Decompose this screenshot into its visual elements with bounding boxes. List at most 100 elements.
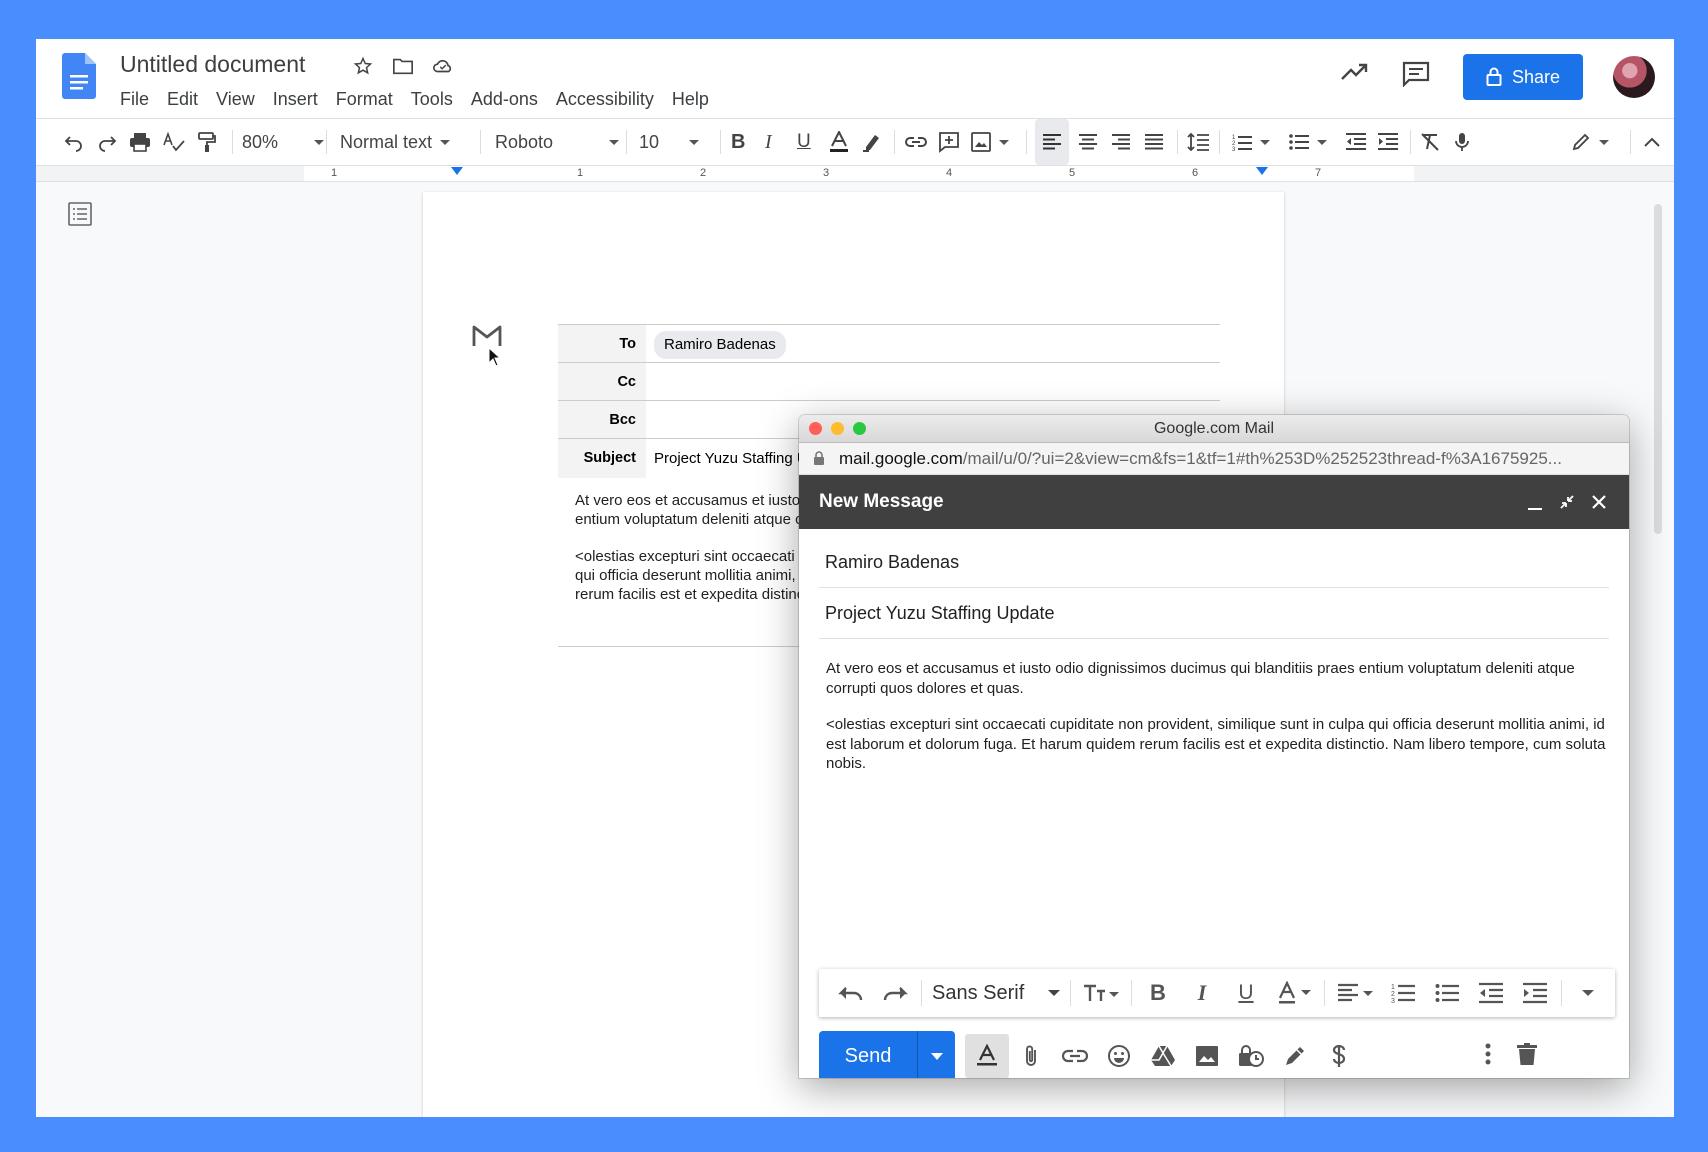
insert-image-icon[interactable]: [971, 119, 1009, 165]
document-outline-icon[interactable]: [68, 202, 92, 231]
formatting-options-icon[interactable]: [965, 1034, 1009, 1078]
menu-edit[interactable]: Edit: [158, 87, 207, 111]
confidential-mode-icon[interactable]: [1229, 1034, 1273, 1078]
minimize-icon[interactable]: [1527, 492, 1543, 517]
avatar[interactable]: [1613, 56, 1655, 98]
send-options-icon[interactable]: [918, 1052, 955, 1060]
italic-icon[interactable]: I: [765, 119, 772, 165]
menu-view[interactable]: View: [207, 87, 264, 111]
folder-icon[interactable]: [390, 53, 416, 79]
insert-photo-icon[interactable]: [1185, 1034, 1229, 1078]
right-indent-marker[interactable]: [1256, 167, 1268, 175]
compose-to-field[interactable]: Ramiro Badenas: [825, 552, 959, 573]
editing-mode-icon[interactable]: [1571, 119, 1609, 165]
docs-logo-icon[interactable]: [62, 53, 96, 99]
left-indent-marker[interactable]: [451, 167, 463, 175]
font-size-select[interactable]: 10: [639, 119, 699, 165]
spellcheck-icon[interactable]: [163, 119, 185, 165]
underline-icon[interactable]: U: [1224, 973, 1268, 1013]
ruler-number: 7: [1315, 167, 1322, 179]
add-comment-icon[interactable]: [938, 119, 960, 165]
font-family-select[interactable]: Sans Serif: [926, 982, 1066, 1005]
app-frame: Untitled document File Edit View Insert …: [36, 39, 1674, 1117]
send-button[interactable]: Send: [819, 1031, 955, 1078]
numbered-list-icon[interactable]: 123: [1232, 119, 1270, 165]
decrease-indent-icon[interactable]: [1469, 973, 1513, 1013]
menu-format[interactable]: Format: [327, 87, 402, 111]
more-formatting-icon[interactable]: [1566, 973, 1610, 1013]
discard-draft-icon[interactable]: [1517, 1043, 1537, 1070]
increase-indent-icon[interactable]: [1513, 973, 1557, 1013]
undo-icon[interactable]: [829, 973, 873, 1013]
redo-icon[interactable]: [97, 119, 117, 165]
draft-subject-value[interactable]: Project Yuzu Staffing Upd: [646, 439, 824, 478]
highlight-icon[interactable]: [862, 119, 882, 165]
ruler[interactable]: 1 1 2 3 4 5 6 7: [36, 166, 1674, 182]
exit-fullscreen-icon[interactable]: [1559, 492, 1575, 517]
style-select[interactable]: Normal text: [340, 119, 451, 165]
line-spacing-icon[interactable]: [1187, 119, 1209, 165]
voice-typing-icon[interactable]: [1454, 119, 1470, 165]
share-button[interactable]: Share: [1463, 54, 1583, 100]
draft-to-value[interactable]: Ramiro Badenas: [646, 325, 786, 364]
attach-file-icon[interactable]: [1009, 1034, 1053, 1078]
menu-file[interactable]: File: [120, 87, 158, 111]
more-options-icon[interactable]: [1485, 1043, 1491, 1070]
redo-icon[interactable]: [873, 973, 917, 1013]
star-icon[interactable]: [350, 53, 376, 79]
menu-tools[interactable]: Tools: [402, 87, 462, 111]
url-path: /mail/u/0/?ui=2&view=cm&fs=1&tf=1#th%253…: [962, 449, 1562, 468]
window-titlebar[interactable]: Google.com Mail: [799, 415, 1629, 443]
align-center-icon[interactable]: [1079, 119, 1097, 165]
draft-bcc-value[interactable]: [646, 401, 654, 440]
menu-bar: File Edit View Insert Format Tools Add-o…: [120, 87, 718, 111]
link-icon[interactable]: [905, 119, 927, 165]
paint-format-icon[interactable]: [197, 119, 217, 165]
menu-addons[interactable]: Add-ons: [462, 87, 547, 111]
italic-icon[interactable]: I: [1180, 973, 1224, 1013]
recipient-chip[interactable]: Ramiro Badenas: [654, 331, 786, 359]
align-icon[interactable]: [1329, 973, 1381, 1013]
underline-icon[interactable]: U: [797, 119, 811, 165]
compose-header[interactable]: New Message: [799, 475, 1629, 529]
print-icon[interactable]: [129, 119, 151, 165]
collapse-menu-icon[interactable]: [1644, 119, 1660, 165]
align-right-icon[interactable]: [1112, 119, 1130, 165]
font-size-value: 10: [639, 131, 660, 152]
clear-formatting-icon[interactable]: [1420, 119, 1440, 165]
bulleted-list-icon[interactable]: [1289, 119, 1327, 165]
send-money-icon[interactable]: [1317, 1034, 1361, 1078]
text-color-icon[interactable]: [1268, 973, 1320, 1013]
url-bar[interactable]: mail.google.com/mail/u/0/?ui=2&view=cm&f…: [799, 443, 1629, 475]
font-select[interactable]: Roboto: [495, 119, 619, 165]
menu-insert[interactable]: Insert: [264, 87, 327, 111]
close-icon[interactable]: [1591, 492, 1607, 517]
document-title[interactable]: Untitled document: [120, 51, 305, 78]
lock-icon: [814, 451, 824, 465]
emoji-icon[interactable]: [1097, 1034, 1141, 1078]
google-drive-icon[interactable]: [1141, 1034, 1185, 1078]
menu-help[interactable]: Help: [663, 87, 718, 111]
draft-cc-value[interactable]: [646, 363, 654, 402]
bold-icon[interactable]: B: [731, 119, 745, 165]
align-left-icon[interactable]: [1035, 119, 1069, 165]
comments-icon[interactable]: [1402, 61, 1430, 92]
zoom-select[interactable]: 80%: [242, 119, 325, 165]
activity-trend-icon[interactable]: [1340, 61, 1370, 88]
decrease-indent-icon[interactable]: [1346, 119, 1366, 165]
bulleted-list-icon[interactable]: [1425, 973, 1469, 1013]
insert-link-icon[interactable]: [1053, 1034, 1097, 1078]
cloud-status-icon[interactable]: [430, 53, 456, 79]
signature-icon[interactable]: [1273, 1034, 1317, 1078]
font-size-icon[interactable]: [1075, 973, 1127, 1013]
bold-icon[interactable]: B: [1136, 973, 1180, 1013]
compose-body[interactable]: At vero eos et accusamus et iusto odio d…: [826, 659, 1606, 791]
vertical-scrollbar[interactable]: [1654, 204, 1662, 534]
increase-indent-icon[interactable]: [1378, 119, 1398, 165]
align-justify-icon[interactable]: [1145, 119, 1163, 165]
menu-accessibility[interactable]: Accessibility: [547, 87, 663, 111]
undo-icon[interactable]: [64, 119, 84, 165]
text-color-icon[interactable]: [829, 119, 849, 165]
numbered-list-icon[interactable]: 123: [1381, 973, 1425, 1013]
compose-subject-field[interactable]: Project Yuzu Staffing Update: [825, 603, 1055, 624]
